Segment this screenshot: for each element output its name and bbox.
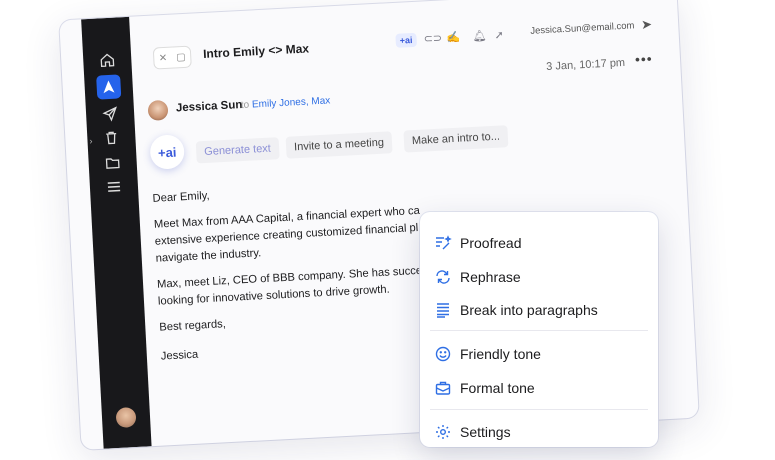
recipients: to Emily Jones, Max <box>241 95 331 111</box>
menu-item-rephrase[interactable]: Rephrase <box>434 268 521 286</box>
gear-icon <box>436 425 450 439</box>
folder-icon[interactable] <box>100 150 125 175</box>
snooze-icon[interactable]: ➚ <box>494 28 504 41</box>
make-intro-chip[interactable]: Make an intro to... <box>403 125 509 153</box>
smile-icon <box>435 346 451 362</box>
menu-item-proofread[interactable]: Proofread <box>434 234 521 252</box>
menu-label: Formal tone <box>460 380 535 396</box>
menu-label: Friendly tone <box>460 346 541 362</box>
trash-icon[interactable] <box>99 125 124 150</box>
sender-avatar <box>147 99 169 121</box>
menu-label: Proofread <box>460 235 522 251</box>
send-button[interactable]: ➤ <box>641 16 653 33</box>
navigation-icon[interactable] <box>96 74 122 100</box>
menu-icon[interactable] <box>101 174 126 199</box>
sender-name: Jessica Sun <box>175 99 243 115</box>
send-icon[interactable] <box>98 101 123 126</box>
email-date: 3 Jan, 10:17 pm <box>545 56 626 74</box>
invite-meeting-chip[interactable]: Invite to a meeting <box>285 131 393 159</box>
ai-toolbar-button[interactable]: +ai <box>395 32 417 48</box>
menu-divider <box>430 330 648 331</box>
menu-item-formal-tone[interactable]: Formal tone <box>434 379 535 397</box>
menu-label: Rephrase <box>460 269 521 285</box>
menu-label: Break into paragraphs <box>460 302 598 318</box>
menu-item-break-paragraphs[interactable]: Break into paragraphs <box>434 301 598 319</box>
rephrase-icon <box>436 270 450 284</box>
menu-item-settings[interactable]: Settings <box>434 423 511 441</box>
email-subject: Intro Emily <> Max <box>202 41 310 61</box>
ai-actions-menu: Proofread Rephrase Break into paragraphs… <box>420 212 658 447</box>
close-icon[interactable]: ✕ <box>159 52 168 63</box>
paragraphs-icon <box>437 303 449 318</box>
signature-icon[interactable]: ✍ <box>446 31 460 45</box>
window-controls: ✕ ▢ <box>152 45 192 70</box>
attachment-icon[interactable]: ⊂⊃ <box>423 31 442 45</box>
ai-assistant-button[interactable]: +ai <box>149 134 186 170</box>
more-options-icon[interactable]: ••• <box>635 50 654 67</box>
menu-item-friendly-tone[interactable]: Friendly tone <box>434 345 541 363</box>
recipient-names[interactable]: Emily Jones, Max <box>252 95 331 110</box>
home-icon[interactable] <box>95 47 120 72</box>
from-email[interactable]: Jessica.Sun@email.com <box>530 20 635 36</box>
generate-text-chip[interactable]: Generate text <box>195 137 280 164</box>
chevron-right-icon: › <box>89 135 93 147</box>
expand-icon[interactable]: ▢ <box>176 51 186 62</box>
bell-icon[interactable]: 🔔︎ <box>472 29 487 43</box>
user-avatar[interactable] <box>115 407 137 429</box>
menu-divider <box>430 409 648 410</box>
briefcase-icon <box>435 381 451 395</box>
menu-label: Settings <box>460 424 511 440</box>
proofread-icon <box>436 235 452 250</box>
to-label: to <box>240 99 250 112</box>
